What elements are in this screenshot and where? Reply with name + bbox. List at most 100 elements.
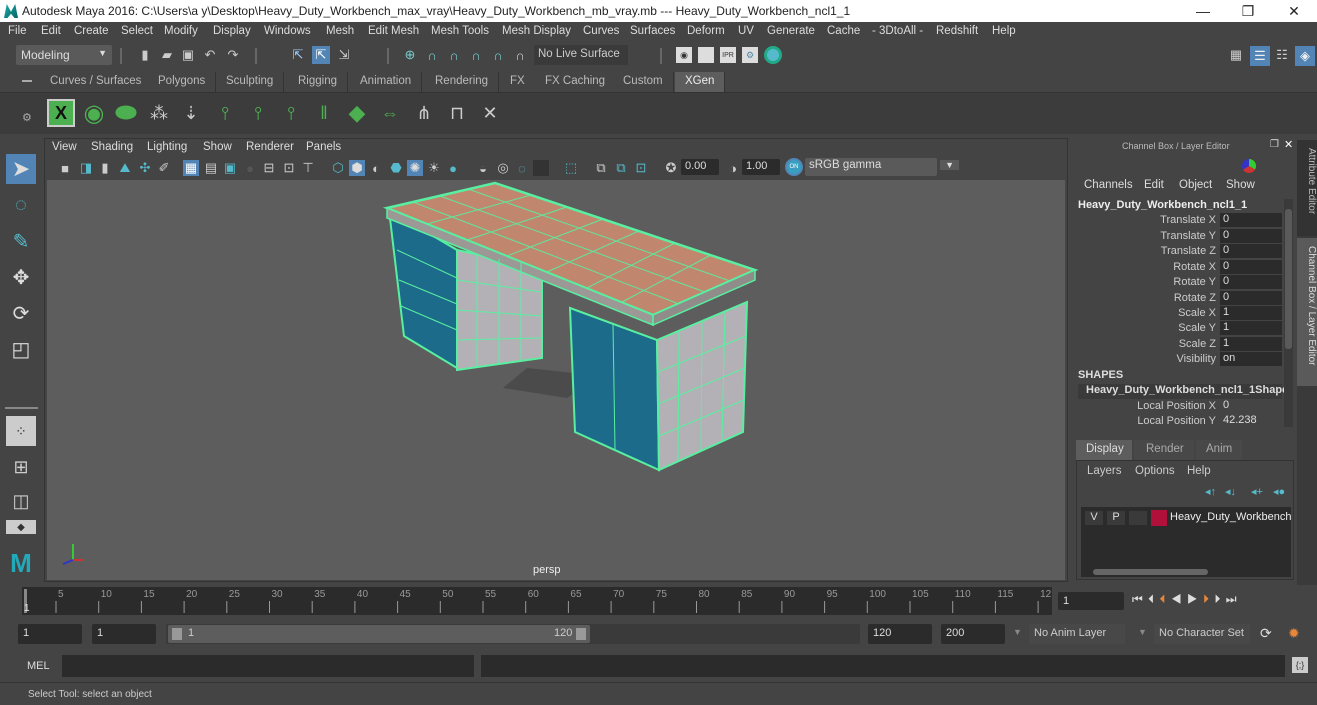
channel-value[interactable]: 0	[1220, 399, 1282, 413]
menu-mesh[interactable]: Mesh	[326, 25, 354, 37]
motion-blur-icon[interactable]: ◎	[495, 160, 511, 176]
scrollbar-thumb[interactable]	[1285, 209, 1292, 349]
options-menu[interactable]: Options	[1135, 465, 1175, 477]
shelf-menu-icon[interactable]	[22, 80, 32, 82]
menu-help[interactable]: Help	[992, 25, 1016, 37]
resolution-gate-icon[interactable]: ▣	[222, 160, 238, 176]
layers-menu[interactable]: Layers	[1087, 465, 1122, 477]
step-back-frame-icon[interactable]: ⏴	[1148, 592, 1155, 606]
shape-name[interactable]: Heavy_Duty_Workbench_ncl1_1Shape	[1078, 384, 1288, 399]
new-empty-layer-icon[interactable]: ◂+	[1251, 485, 1263, 498]
channel-value[interactable]: 0	[1220, 275, 1282, 289]
tab-display[interactable]: Display	[1076, 440, 1132, 460]
move-layer-up-icon[interactable]: ◂↑	[1205, 485, 1216, 498]
object-menu[interactable]: Object	[1179, 179, 1212, 191]
channel-box-toggle-icon[interactable]: ◈	[1295, 46, 1315, 66]
depth-of-field-icon[interactable]	[533, 160, 549, 176]
open-scene-icon[interactable]: ▰	[159, 47, 175, 63]
channel-row[interactable]: Rotate X 0	[1072, 260, 1282, 275]
viewport-menu-lighting[interactable]: Lighting	[147, 141, 187, 153]
tool-settings-toggle-icon[interactable]: ☷	[1274, 47, 1290, 63]
play-forwards-icon[interactable]: ▶	[1187, 592, 1199, 606]
viewport-menu-renderer[interactable]: Renderer	[246, 141, 294, 153]
snap-grid-icon[interactable]: ⊕	[402, 47, 418, 63]
bookmark-icon[interactable]: ▮	[97, 160, 113, 176]
channel-row[interactable]: Scale Z 1	[1072, 337, 1282, 352]
shelf-tab-sculpting[interactable]: Sculpting	[216, 72, 285, 92]
go-to-end-icon[interactable]: ⏭	[1226, 592, 1238, 606]
gamma-field[interactable]: 1.00	[742, 159, 780, 175]
rotate-tool-icon[interactable]: ⟳	[6, 298, 36, 328]
menu-surfaces[interactable]: Surfaces	[630, 25, 675, 37]
xray-joints-icon[interactable]: ⧉	[613, 160, 629, 176]
character-set-dropdown[interactable]: No Character Set	[1154, 624, 1250, 644]
redo-icon[interactable]: ↷	[225, 47, 241, 63]
select-object-icon[interactable]: ⇱	[312, 46, 330, 64]
grid-toggle-icon[interactable]: ▦	[183, 160, 199, 176]
viewport-menu-view[interactable]: View	[52, 141, 77, 153]
manipulator-icon[interactable]	[1242, 159, 1256, 173]
layer-horizontal-scrollbar[interactable]	[1081, 567, 1291, 577]
menu-mesh-tools[interactable]: Mesh Tools	[431, 25, 489, 37]
channels-menu[interactable]: Channels	[1084, 179, 1133, 191]
shelf-tab-rendering[interactable]: Rendering	[425, 72, 500, 92]
channel-row[interactable]: Rotate Z 0	[1072, 291, 1282, 306]
new-layer-selected-icon[interactable]: ◂●	[1273, 485, 1285, 498]
select-guides-icon[interactable]: ⋔	[410, 99, 438, 127]
layer-display-type-toggle[interactable]	[1129, 511, 1147, 525]
persp-graph-layout-icon[interactable]: ◆	[6, 520, 36, 534]
save-scene-icon[interactable]: ▣	[180, 47, 196, 63]
menu-redshift[interactable]: Redshift	[936, 25, 978, 37]
go-to-start-icon[interactable]: ⏮	[1132, 592, 1144, 606]
menu-select[interactable]: Select	[121, 25, 153, 37]
playback-start-field[interactable]: 1	[92, 624, 156, 644]
channel-value[interactable]: 1	[1220, 306, 1282, 320]
image-plane-icon[interactable]: ⛰	[117, 160, 133, 176]
layer-name[interactable]: Heavy_Duty_Workbench	[1170, 511, 1291, 523]
snap-curve-icon[interactable]: ∩	[424, 47, 440, 63]
menu-mesh-display[interactable]: Mesh Display	[502, 25, 571, 37]
menu-3dtoall[interactable]: - 3DtoAll -	[872, 25, 923, 37]
current-frame-field[interactable]: 1	[1058, 592, 1124, 610]
move-layer-down-icon[interactable]: ◂↓	[1225, 485, 1236, 498]
scrollbar-thumb[interactable]	[1093, 569, 1208, 575]
screen-space-ao-icon[interactable]: ◒	[475, 160, 491, 176]
xray-icon[interactable]: ⧉	[593, 160, 609, 176]
menu-uv[interactable]: UV	[738, 25, 754, 37]
film-gate-icon[interactable]: ▤	[203, 160, 219, 176]
menu-edit-mesh[interactable]: Edit Mesh	[368, 25, 419, 37]
step-back-key-icon[interactable]: ⏴	[1160, 592, 1167, 606]
shelf-tab-custom[interactable]: Custom	[613, 72, 674, 92]
safe-title-icon[interactable]: ⊤	[300, 160, 316, 176]
channel-value[interactable]: 1	[1220, 321, 1282, 335]
time-ruler[interactable]: 5 10 15 20 25 30 35 40 45 50 55 60 65 70 75 80 85 90 95 100…	[22, 587, 1052, 615]
range-start-handle[interactable]	[172, 628, 182, 640]
mode-selector[interactable]: Modeling ▼	[16, 45, 112, 65]
guide-sculpt-icon[interactable]: ‖	[310, 99, 338, 127]
edit-menu[interactable]: Edit	[1144, 179, 1164, 191]
tab-render[interactable]: Render	[1134, 440, 1194, 460]
lasso-tool-icon[interactable]: ◌	[6, 190, 36, 220]
shelf-tab-curves-surfaces[interactable]: Curves / Surfaces	[40, 72, 153, 92]
xgen-editor-icon[interactable]: X	[47, 99, 75, 127]
wireframe-on-shaded-icon[interactable]: ⬣	[388, 160, 404, 176]
tab-anim[interactable]: Anim	[1196, 440, 1242, 460]
layer-playback-toggle[interactable]: P	[1107, 511, 1125, 525]
workbench-model[interactable]: persp	[47, 180, 1065, 580]
select-tool-icon[interactable]: ➤	[6, 154, 36, 184]
menu-edit[interactable]: Edit	[41, 25, 61, 37]
channel-box-layer-editor-tab[interactable]: Channel Box / Layer Editor	[1297, 238, 1317, 386]
channel-value[interactable]: 0	[1220, 244, 1282, 258]
range-bar[interactable]: 1 120	[168, 625, 590, 643]
delete-guide-icon[interactable]: ✕	[476, 99, 504, 127]
shelf-tab-fx-caching[interactable]: FX Caching	[535, 72, 617, 92]
select-hierarchy-icon[interactable]: ⇱	[290, 47, 306, 63]
exposure-field[interactable]: 0.00	[681, 159, 719, 175]
channel-box-scrollbar[interactable]	[1284, 199, 1293, 427]
playback-end-field[interactable]: 120	[868, 624, 932, 644]
channel-row[interactable]: Visibility on	[1072, 352, 1282, 367]
undo-icon[interactable]: ↶	[202, 47, 218, 63]
play-backwards-icon[interactable]: ◀	[1171, 592, 1183, 606]
smooth-shade-icon[interactable]: ⬢	[349, 160, 365, 176]
shelf-tab-polygons[interactable]: Polygons	[148, 72, 217, 92]
